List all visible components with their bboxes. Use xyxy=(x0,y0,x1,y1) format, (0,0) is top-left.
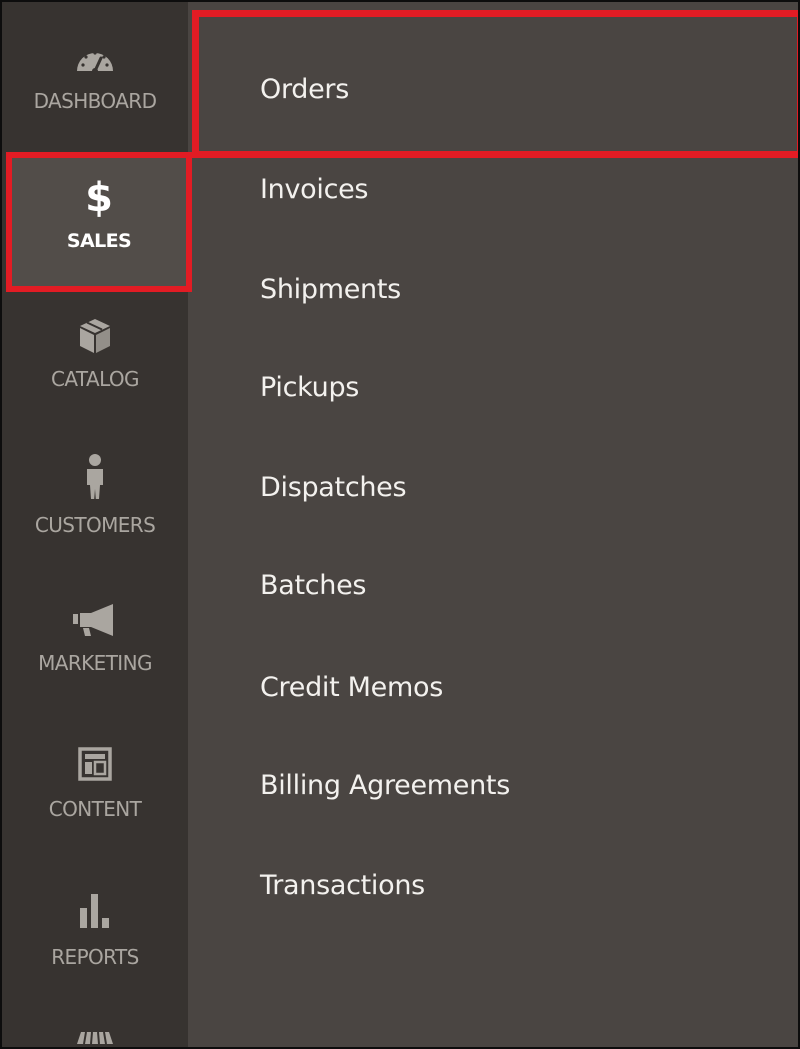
sidebar-item-marketing[interactable]: MARKETING xyxy=(2,586,188,726)
cube-icon xyxy=(65,316,125,356)
submenu-item-billing-agreements[interactable]: Billing Agreements xyxy=(260,770,510,801)
submenu-item-shipments[interactable]: Shipments xyxy=(260,274,401,305)
admin-frame: DASHBOARD $ SALES CATALOG CUSTOMERS MARK… xyxy=(0,0,800,1049)
main-sidebar: DASHBOARD $ SALES CATALOG CUSTOMERS MARK… xyxy=(2,2,192,1047)
storefront-icon xyxy=(65,1018,125,1047)
submenu-item-invoices[interactable]: Invoices xyxy=(260,174,369,205)
sidebar-item-reports[interactable]: REPORTS xyxy=(2,874,188,1014)
submenu-item-pickups[interactable]: Pickups xyxy=(260,372,359,403)
dollar-icon: $ xyxy=(85,175,113,221)
sidebar-item-sales[interactable]: $ SALES xyxy=(6,152,192,292)
bar-chart-icon xyxy=(65,886,125,934)
sidebar-item-dashboard[interactable]: DASHBOARD xyxy=(2,2,188,150)
sidebar-item-stores[interactable] xyxy=(2,1018,188,1047)
sidebar-item-label: DASHBOARD xyxy=(33,89,157,113)
submenu-item-credit-memos[interactable]: Credit Memos xyxy=(260,672,443,703)
submenu-item-orders[interactable]: Orders xyxy=(260,74,349,105)
sidebar-item-content[interactable]: CONTENT xyxy=(2,730,188,870)
sidebar-item-label: CUSTOMERS xyxy=(34,513,156,537)
sidebar-item-label: MARKETING xyxy=(38,651,152,675)
submenu-item-batches[interactable]: Batches xyxy=(260,570,367,601)
layout-icon xyxy=(65,742,125,786)
submenu-item-dispatches[interactable]: Dispatches xyxy=(260,472,407,503)
sales-submenu: Orders Invoices Shipments Pickups Dispat… xyxy=(188,2,798,1047)
speedometer-icon xyxy=(65,38,125,78)
person-icon xyxy=(65,450,125,506)
sidebar-item-customers[interactable]: CUSTOMERS xyxy=(2,442,188,582)
sidebar-item-label: REPORTS xyxy=(51,945,139,969)
megaphone-icon xyxy=(65,600,125,640)
sidebar-item-label: CONTENT xyxy=(48,797,142,821)
sidebar-item-label: SALES xyxy=(66,230,132,252)
submenu-item-transactions[interactable]: Transactions xyxy=(260,870,425,901)
sidebar-item-label: CATALOG xyxy=(51,367,140,391)
sidebar-item-catalog[interactable]: CATALOG xyxy=(2,304,188,434)
